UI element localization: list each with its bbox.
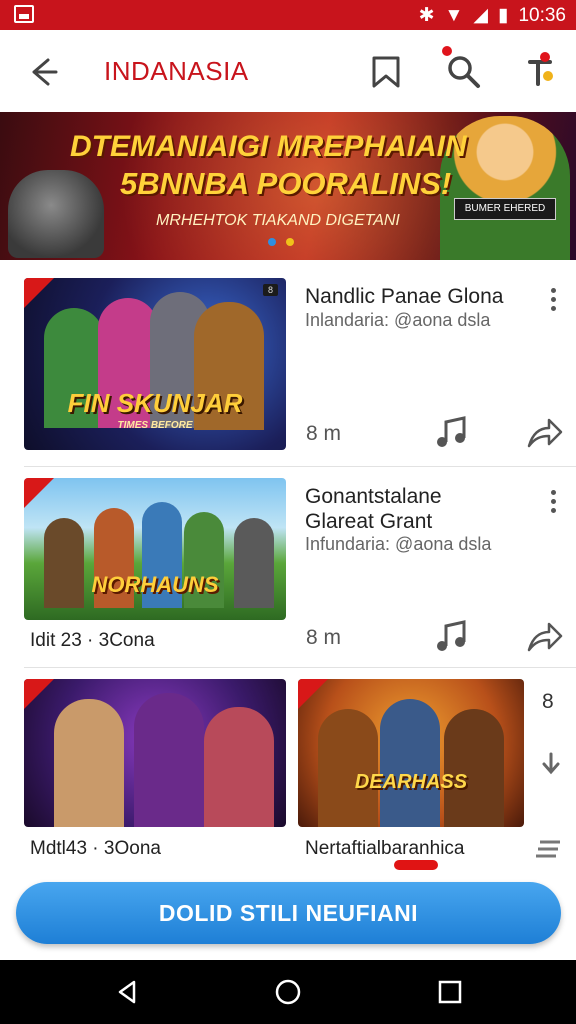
nav-recents-icon[interactable] (434, 976, 466, 1008)
nav-home-icon[interactable] (272, 976, 304, 1008)
wifi-icon: ▼ (444, 4, 464, 26)
item-duration: 8 m (306, 422, 342, 445)
download-icon[interactable] (538, 752, 564, 778)
item-subtitle: Infundaria: @aona dsla (305, 534, 492, 554)
item-duration: 8 m (306, 626, 342, 649)
divider (24, 466, 576, 467)
game-thumbnail-1[interactable]: 8 FIN SKUNJAR TIMES BEFORE (24, 278, 286, 450)
more-options-icon[interactable] (551, 288, 557, 315)
item-title-line-2[interactable]: Glareat Grant (305, 509, 432, 534)
side-count: 8 (542, 690, 554, 713)
banner-headline-2: 5BNNBA POORALINS! (120, 166, 452, 201)
cta-button[interactable]: DOLID STILI NEUFIANI (16, 882, 561, 944)
playlist-icon[interactable] (534, 836, 564, 862)
thumbnail-flag (24, 278, 54, 308)
share-badge (540, 52, 550, 62)
gallery-icon (14, 5, 34, 23)
signal-icon: ◢ (473, 5, 488, 26)
thumbnail-logo: DEARHASS (354, 771, 468, 793)
thumbnail-flag (24, 478, 54, 508)
clock: 10:36 (518, 4, 566, 26)
system-nav-bar (0, 960, 576, 1024)
thumbnail-tag: TIMES BEFORE (117, 420, 193, 431)
more-options-icon[interactable] (551, 490, 557, 517)
thumbnail-flag (24, 679, 54, 709)
item-title-line-1[interactable]: Gonantstalane (305, 484, 442, 509)
thumbnail-corner: 8 (262, 284, 278, 296)
forward-share-icon[interactable] (527, 418, 563, 448)
banner-subtitle: MRHEHTOK TIAKAND DIGETANI (156, 212, 400, 229)
pager-dot (286, 238, 294, 246)
grid-thumbnail-2[interactable]: DEARHASS (298, 679, 524, 827)
music-note-icon[interactable] (434, 620, 468, 654)
app-title: INDANASIA (104, 56, 249, 86)
bookmark-icon[interactable] (366, 52, 406, 92)
highlight-mark (394, 860, 438, 870)
bluetooth-icon: ✱ (418, 5, 435, 26)
battery-icon: ▮ (497, 5, 509, 26)
thumbnail-logo: NORHAUNS (91, 572, 219, 597)
grid-thumbnail-1[interactable] (24, 679, 286, 827)
thumbnail-logo: FIN SKUNJAR (67, 388, 243, 418)
game-thumbnail-2[interactable]: NORHAUNS (24, 478, 286, 620)
banner-headline-1: DTEMANIAIGI MREPHAIAIN (70, 130, 467, 163)
item-subtitle: Inlandaria: @aona dsla (305, 310, 491, 330)
app-bar: INDANASIA (0, 30, 576, 113)
search-icon[interactable] (444, 52, 484, 92)
banner-monster-art (8, 170, 104, 258)
forward-share-icon[interactable] (527, 622, 563, 652)
status-bar: ✱ ▼ ◢ ▮ 10:36 (0, 0, 576, 30)
grid-caption: Nertaftialbaranhica (305, 838, 465, 859)
divider (24, 667, 576, 668)
nav-back-icon[interactable] (112, 976, 144, 1008)
music-note-icon[interactable] (434, 416, 468, 450)
item-caption: Idit 23 · 3Cona (30, 630, 155, 651)
banner-chip[interactable]: BUMER EHERED (454, 198, 556, 220)
back-arrow-icon[interactable] (22, 52, 62, 92)
item-title[interactable]: Nandlic Panae Glona (305, 284, 503, 309)
banner-pager (268, 238, 294, 246)
grid-caption: Mdtl43 · 3Oona (30, 838, 161, 859)
thumbnail-flag (298, 679, 328, 709)
pager-dot-active (268, 238, 276, 246)
